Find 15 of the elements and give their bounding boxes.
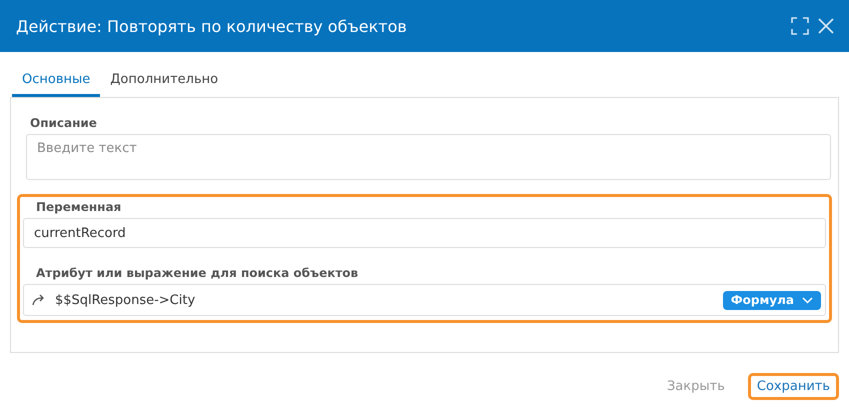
description-field[interactable]: Введите текст — [26, 134, 831, 180]
field-label: Описание — [29, 116, 98, 130]
field-label: Атрибут или выражение для поиска объектов — [35, 266, 360, 280]
maximize-icon[interactable] — [791, 17, 809, 35]
tab[interactable]: Основные — [12, 66, 100, 97]
tab[interactable]: Дополнительно — [100, 66, 228, 97]
save-button[interactable]: Сохранить — [748, 373, 839, 400]
expression-field[interactable]: $$SqlResponse->City Формула — [23, 284, 826, 316]
variable-field[interactable]: currentRecord — [23, 218, 826, 248]
field-label: Переменная — [35, 200, 122, 214]
expression-text: $$SqlResponse->City — [55, 292, 196, 308]
mode-dropdown[interactable]: Формула — [722, 290, 821, 310]
close-icon[interactable] — [817, 17, 835, 35]
chevron-down-icon — [802, 296, 813, 304]
window-title: Действие: Повторять по количеству объектов — [16, 16, 408, 36]
